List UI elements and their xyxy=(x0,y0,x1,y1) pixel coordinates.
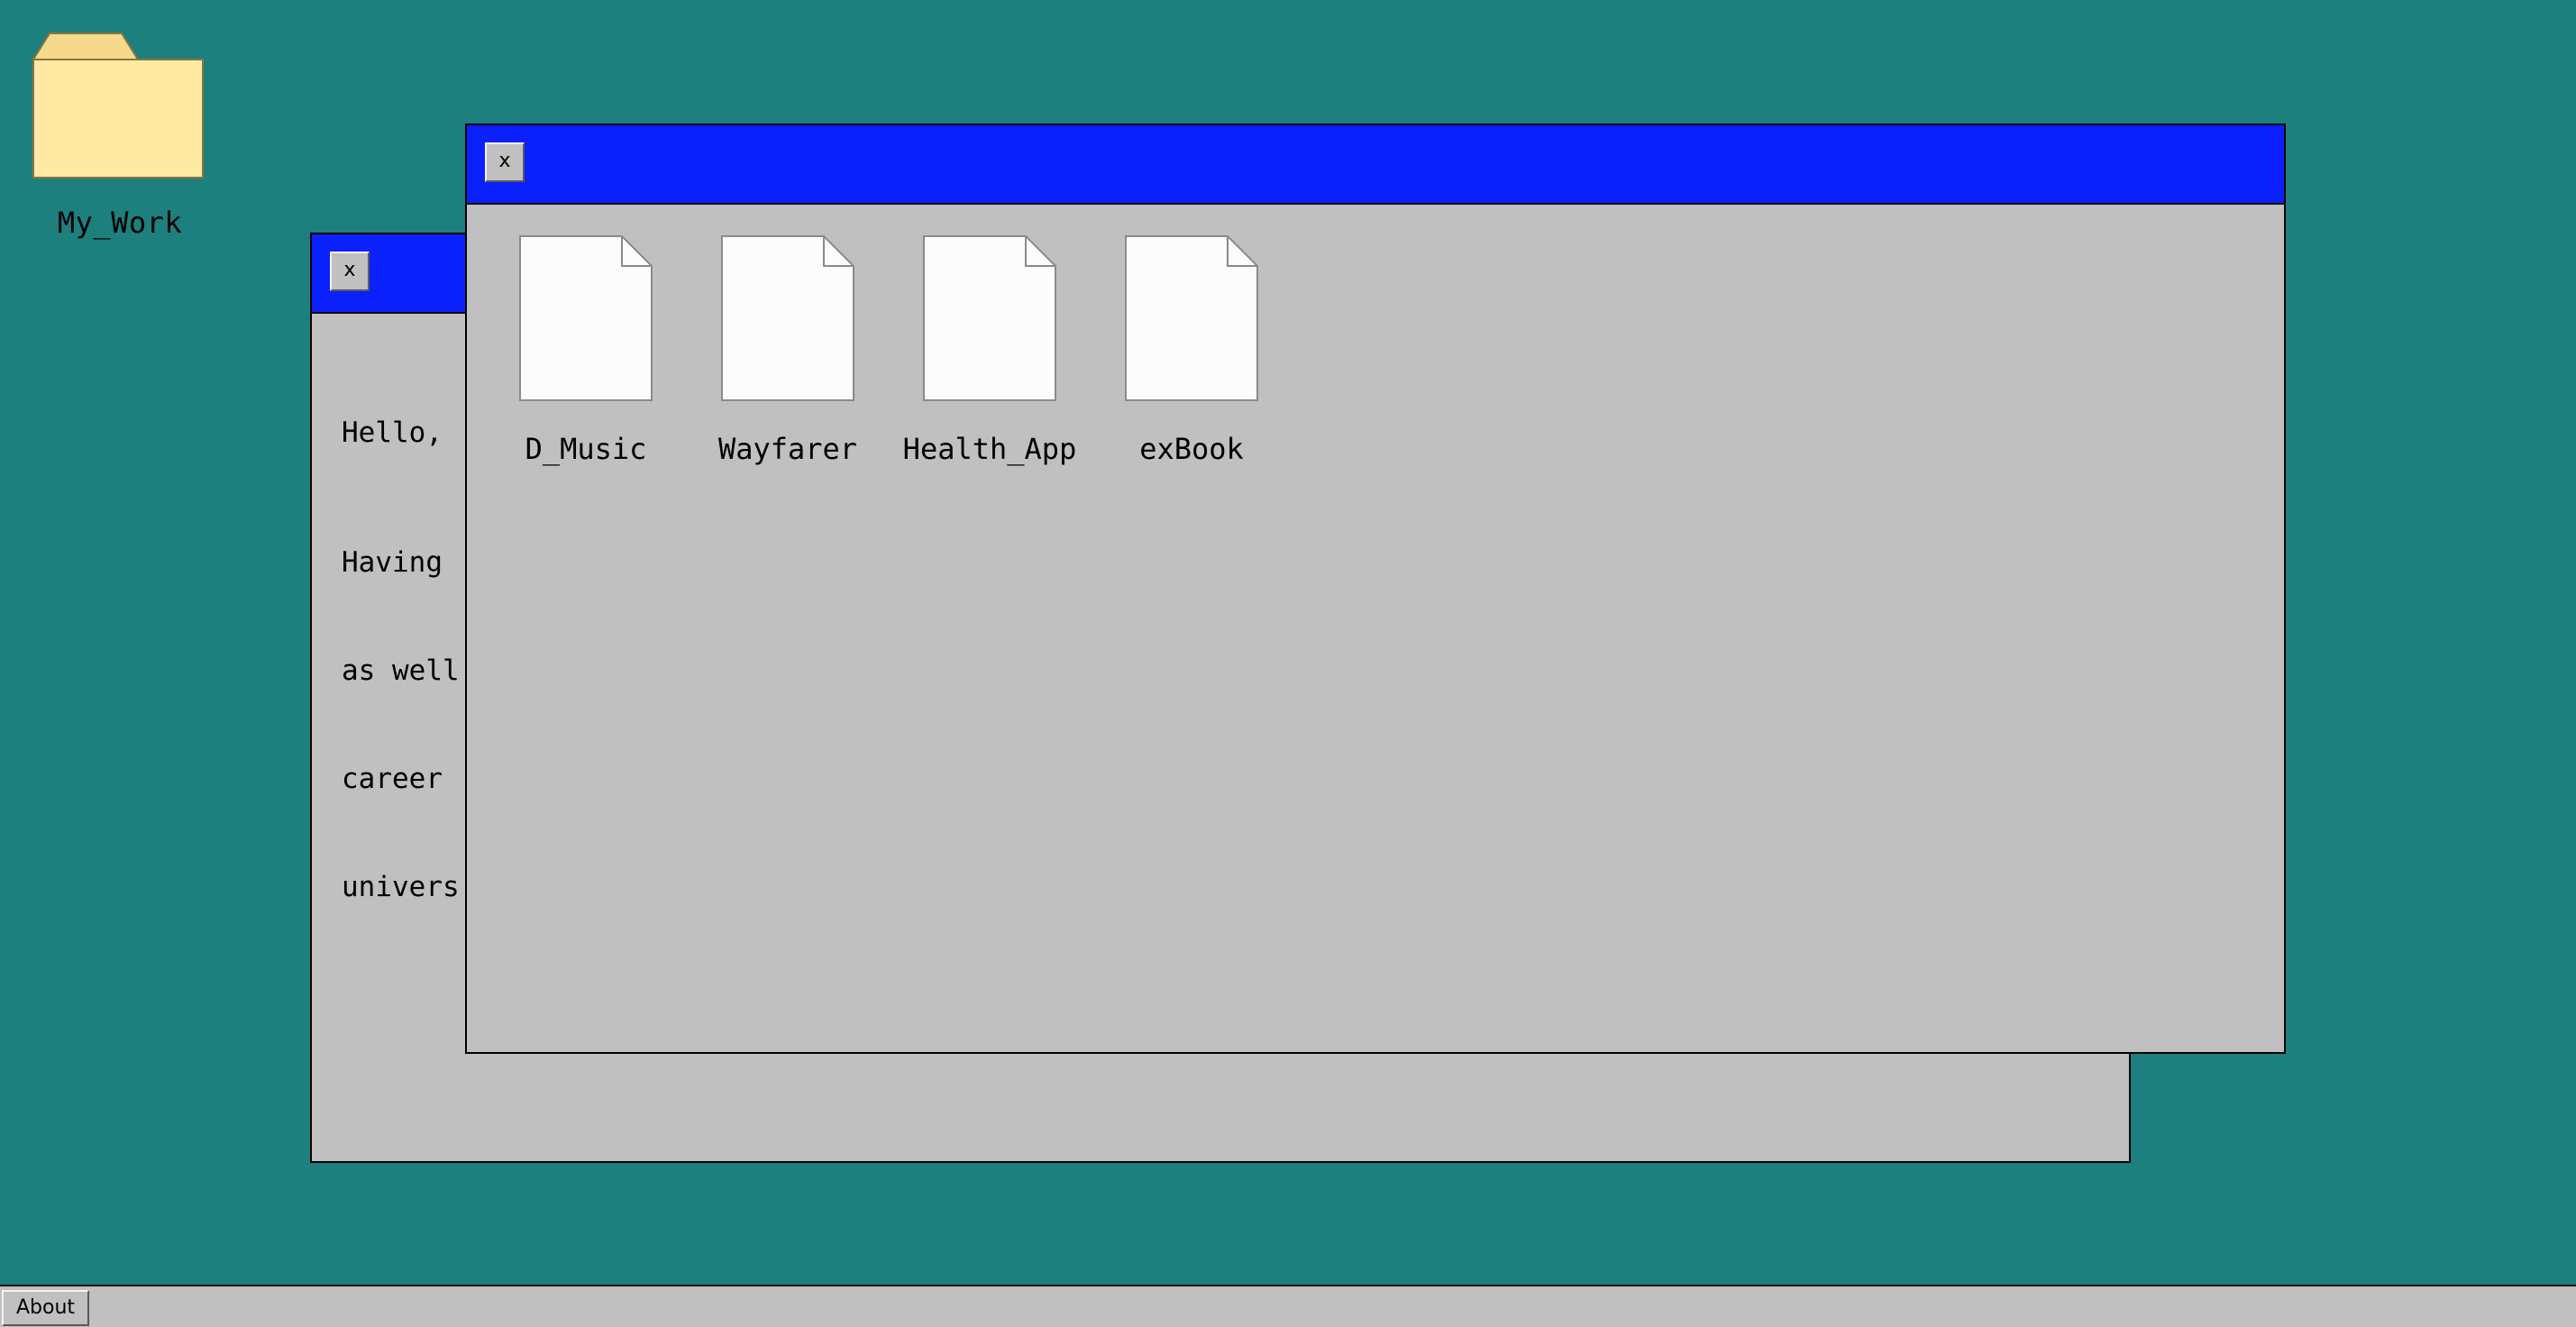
close-button[interactable]: x xyxy=(330,252,370,291)
desktop-icon-my-work[interactable]: My_Work xyxy=(18,32,222,240)
folder-icon xyxy=(32,32,204,178)
close-button[interactable]: x xyxy=(485,142,525,182)
taskbar: About xyxy=(0,1285,2576,1327)
file-icon xyxy=(923,235,1056,401)
file-icon xyxy=(1125,235,1258,401)
file-item-d-music[interactable]: D_Music xyxy=(485,235,687,466)
window-titlebar[interactable]: x xyxy=(467,125,2284,205)
file-item-exbook[interactable]: exBook xyxy=(1091,235,1293,466)
file-label: exBook xyxy=(1139,432,1244,466)
file-icon xyxy=(721,235,854,401)
file-label: D_Music xyxy=(525,432,647,466)
about-button[interactable]: About xyxy=(2,1290,90,1326)
file-label: Health_App xyxy=(902,432,1077,466)
desktop: My_Work x Hello, Having as well career u… xyxy=(0,0,2576,1285)
desktop-icon-label: My_Work xyxy=(57,206,183,240)
file-item-health-app[interactable]: Health_App xyxy=(889,235,1091,466)
file-label: Wayfarer xyxy=(717,432,858,466)
files-window[interactable]: x D_Music Wayfarer Health_App exBook xyxy=(465,124,2286,1054)
file-item-wayfarer[interactable]: Wayfarer xyxy=(687,235,889,466)
file-icon xyxy=(519,235,653,401)
